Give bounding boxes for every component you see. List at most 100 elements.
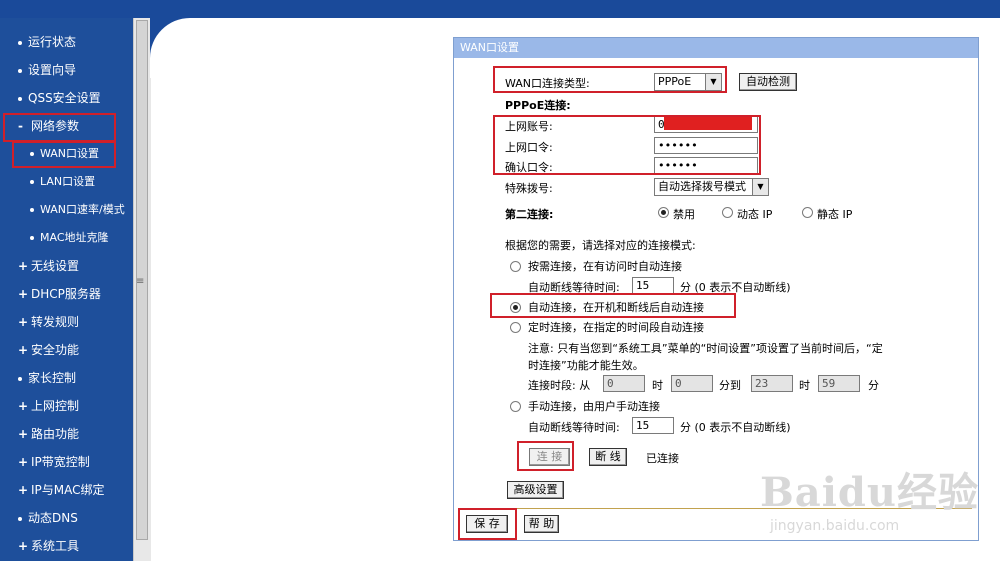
sidebar-item-label: 系统工具: [31, 539, 80, 553]
sidebar-item-label: 无线设置: [31, 259, 80, 273]
special-dial-select[interactable]: 自动选择拨号模式 ▼: [654, 178, 769, 196]
highlight-connect: [517, 441, 574, 471]
second-conn-dynamic-radio[interactable]: [722, 207, 733, 218]
highlight-conn-type: [493, 66, 727, 93]
disconnect-button[interactable]: 断 线: [589, 448, 627, 466]
idle-wait2-label: 自动断线等待时间:: [528, 421, 620, 434]
sidebar-item-label: DHCP服务器: [31, 287, 101, 301]
period-to-min-value: 59: [822, 377, 836, 390]
watermark-sub: jingyan.baidu.com: [770, 518, 900, 534]
expand-icon: +: [18, 259, 29, 273]
expand-icon: +: [18, 287, 29, 301]
mode-intro: 根据您的需要，请选择对应的连接模式:: [505, 239, 696, 252]
sidebar-item-label: MAC地址克隆: [40, 231, 109, 244]
special-dial-label: 特殊拨号:: [505, 182, 553, 195]
period-from-hour-value: 0: [607, 377, 614, 390]
expand-icon: +: [18, 539, 29, 553]
sidebar-item-label: 家长控制: [28, 371, 77, 385]
special-dial-value: 自动选择拨号模式: [658, 180, 746, 193]
sidebar-item-label: WAN口速率/模式: [40, 203, 125, 216]
advanced-settings-button[interactable]: 高级设置: [507, 481, 564, 499]
watermark-main: Baidu经验: [760, 469, 979, 516]
period-hour-unit: 时: [652, 379, 663, 392]
period-to-hour-input[interactable]: 23: [751, 375, 793, 392]
sidebar-item[interactable]: + 路由功能: [0, 420, 133, 448]
sidebar-scrollbar[interactable]: ≡: [133, 18, 151, 561]
sidebar-item[interactable]: 运行状态: [0, 28, 133, 56]
period-hour2-unit: 时: [799, 379, 810, 392]
mode-on-demand-radio[interactable]: [510, 261, 521, 272]
highlight-credentials: [493, 115, 761, 175]
sidebar-item[interactable]: 动态DNS: [0, 504, 133, 532]
help-button[interactable]: 帮 助: [524, 515, 559, 533]
chevron-down-icon: ▼: [752, 179, 768, 195]
bullet-icon: [18, 516, 22, 521]
sidebar-item[interactable]: + DHCP服务器: [0, 280, 133, 308]
sidebar-item[interactable]: MAC地址克隆: [0, 224, 133, 252]
mode-timed-label: 定时连接，在指定的时间段自动连接: [528, 321, 704, 334]
sidebar-item[interactable]: QSS安全设置: [0, 84, 133, 112]
mode-manual-radio[interactable]: [510, 401, 521, 412]
second-conn-label: 第二连接:: [505, 208, 554, 221]
sidebar-item[interactable]: 设置向导: [0, 56, 133, 84]
expand-icon: +: [18, 399, 29, 413]
bullet-icon: [30, 236, 34, 240]
baidu-watermark: Baidu经验 jingyan.baidu.com: [760, 460, 979, 534]
period-min-unit: 分: [868, 379, 879, 392]
sidebar-item-label: IP与MAC绑定: [31, 483, 105, 497]
idle-wait2-value: 15: [636, 419, 650, 432]
second-conn-static-label: 静态 IP: [817, 208, 853, 221]
panel-title: WAN口设置: [454, 38, 978, 58]
sidebar-item[interactable]: + IP与MAC绑定: [0, 476, 133, 504]
highlight-save: [458, 508, 517, 540]
sidebar-item-label: 转发规则: [31, 315, 80, 329]
bullet-icon: [18, 40, 22, 45]
expand-icon: +: [18, 315, 29, 329]
highlight-auto-connect: [490, 293, 736, 318]
sidebar-item[interactable]: + 上网控制: [0, 392, 133, 420]
period-to-label: 分到: [719, 379, 741, 392]
idle-wait2-input[interactable]: 15: [632, 417, 674, 434]
expand-icon: +: [18, 343, 29, 357]
mode-timed-radio[interactable]: [510, 322, 521, 333]
period-from-min-value: 0: [675, 377, 682, 390]
sidebar-item[interactable]: + 转发规则: [0, 308, 133, 336]
sidebar-menu: 运行状态 设置向导 QSS安全设置 - 网络参数 WAN口设置 LAN口设置 WAN口速率/模…: [0, 18, 133, 561]
sidebar-item-label: 设置向导: [28, 63, 77, 77]
second-conn-static-radio[interactable]: [802, 207, 813, 218]
sidebar-item-label: 动态DNS: [28, 511, 78, 525]
period-label: 连接时段: 从: [528, 379, 591, 392]
period-to-min-input[interactable]: 59: [818, 375, 860, 392]
scrollbar-grip-icon: ≡: [136, 276, 145, 287]
expand-icon: +: [18, 455, 29, 469]
sidebar-item-label: IP带宽控制: [31, 455, 90, 469]
sidebar-item[interactable]: LAN口设置: [0, 168, 133, 196]
bullet-icon: [30, 180, 34, 184]
sidebar-item[interactable]: + 系统工具: [0, 532, 133, 560]
mode-manual-label: 手动连接，由用户手动连接: [528, 400, 660, 413]
idle-wait2-unit: 分 (0 表示不自动断线): [680, 421, 791, 434]
second-conn-disabled-radio[interactable]: [658, 207, 669, 218]
period-from-hour-input[interactable]: 0: [603, 375, 645, 392]
sidebar-item[interactable]: + 无线设置: [0, 252, 133, 280]
sidebar-item[interactable]: 家长控制: [0, 364, 133, 392]
sidebar-item[interactable]: + IP带宽控制: [0, 448, 133, 476]
sidebar-item-label: 路由功能: [31, 427, 80, 441]
sidebar-item[interactable]: + 安全功能: [0, 336, 133, 364]
timed-note-line2: 时连接”功能才能生效。: [528, 359, 644, 372]
idle-wait-input[interactable]: 15: [632, 277, 674, 294]
sidebar-item-label: QSS安全设置: [28, 91, 101, 105]
menu-list: 运行状态 设置向导 QSS安全设置 - 网络参数 WAN口设置 LAN口设置 WAN口速率/模…: [0, 28, 133, 560]
second-conn-dynamic-label: 动态 IP: [737, 208, 773, 221]
sidebar-item[interactable]: WAN口速率/模式: [0, 196, 133, 224]
sidebar-item-label: 运行状态: [28, 35, 77, 49]
sidebar-item-label: 安全功能: [31, 343, 80, 357]
bullet-icon: [18, 68, 22, 73]
highlight-wan-settings: [12, 141, 116, 168]
sidebar-item-label: 上网控制: [31, 399, 80, 413]
period-from-min-input[interactable]: 0: [671, 375, 713, 392]
connection-status: 已连接: [646, 452, 679, 465]
idle-wait-value: 15: [636, 279, 650, 292]
auto-detect-button[interactable]: 自动检测: [739, 73, 797, 91]
expand-icon: +: [18, 483, 29, 497]
